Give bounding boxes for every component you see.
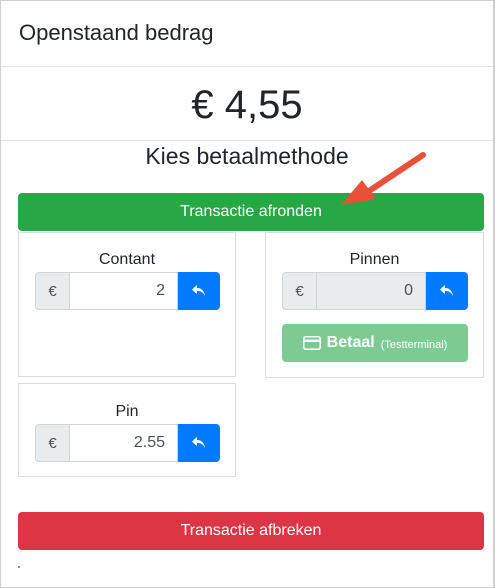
card-payment-label: Pinnen [349,251,400,268]
payment-method-heading: Kies betaalmethode [145,143,349,169]
pay-button-sublabel: (Testterminal) [380,338,448,351]
outstanding-amount: € 4,55 [191,83,303,127]
card-payment-amount-input [317,272,426,310]
pin-amount-input[interactable] [70,424,178,462]
cash-undo-button[interactable] [178,272,220,310]
credit-card-icon [302,336,321,350]
undo-arrow-icon [192,285,205,296]
complete-transaction-button[interactable]: Transactie afronden [18,193,484,231]
abort-transaction-button[interactable]: Transactie afbreken [18,512,484,550]
undo-arrow-icon [192,437,205,448]
card-payment-undo-button[interactable] [426,272,468,310]
payment-modal: Openstaand bedrag € 4,55 Kies betaalmeth… [0,0,495,588]
card-payment-input-group: € [282,272,468,310]
currency-prefix: € [35,272,70,310]
resize-corner-mark [18,566,20,568]
cash-label: Contant [98,251,156,268]
currency-prefix: € [282,272,317,310]
pay-button-label: Betaal [326,334,375,351]
currency-prefix: € [35,424,70,462]
divider [1,140,493,141]
cash-card: Contant € [18,232,236,377]
pin-label: Pin [115,403,139,420]
pin-undo-button[interactable] [178,424,220,462]
pin-card: Pin € [18,383,236,477]
undo-arrow-icon [440,285,453,296]
modal-title: Openstaand bedrag [19,20,214,45]
pay-terminal-button[interactable]: Betaal (Testterminal) [282,324,468,362]
cash-input-group: € [35,272,220,310]
cash-amount-input[interactable] [70,272,178,310]
modal-header: Openstaand bedrag [1,1,493,67]
pin-input-group: € [35,424,220,462]
